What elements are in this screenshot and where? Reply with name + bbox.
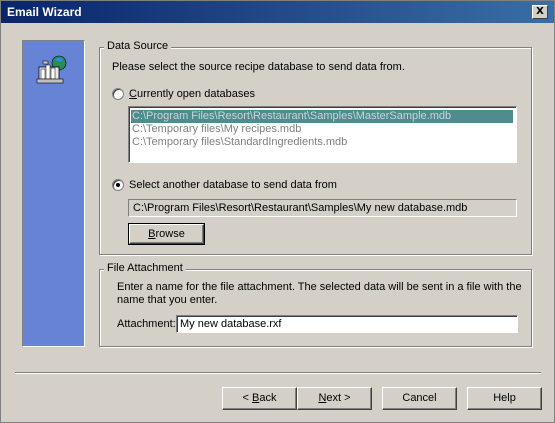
open-databases-list[interactable]: C:\Program Files\Resort\Restaurant\Sampl… xyxy=(128,106,517,163)
currently-open-radio-label[interactable]: Currently open databases xyxy=(129,88,255,100)
close-button[interactable]: X xyxy=(532,5,548,19)
back-button[interactable]: < Back xyxy=(222,387,297,410)
wizard-side-panel xyxy=(22,40,85,347)
list-item[interactable]: C:\Temporary files\StandardIngredients.m… xyxy=(132,136,347,149)
help-button[interactable]: Help xyxy=(467,387,542,410)
title-bar[interactable]: Email Wizard X xyxy=(1,1,554,23)
selected-database-path: C:\Program Files\Resort\Restaurant\Sampl… xyxy=(128,199,517,217)
cancel-button[interactable]: Cancel xyxy=(382,387,457,410)
file-attachment-group-label: File Attachment xyxy=(104,262,186,274)
currently-open-radio[interactable] xyxy=(112,88,124,100)
list-item[interactable]: C:\Program Files\Resort\Restaurant\Sampl… xyxy=(131,110,513,123)
another-database-radio[interactable] xyxy=(112,179,124,191)
browse-button[interactable]: Browse xyxy=(128,223,205,245)
next-button[interactable]: Next > xyxy=(297,387,372,410)
data-source-group-label: Data Source xyxy=(104,40,172,52)
file-attachment-instruction-line2: name that you enter. xyxy=(117,294,218,306)
footer-separator xyxy=(15,372,541,374)
data-source-instruction: Please select the source recipe database… xyxy=(112,61,405,73)
attachment-input[interactable]: My new database.rxf xyxy=(176,315,518,333)
list-item[interactable]: C:\Temporary files\My recipes.mdb xyxy=(132,123,301,136)
attachment-label: Attachment: xyxy=(117,318,176,330)
file-attachment-instruction-line1: Enter a name for the file attachment. Th… xyxy=(117,281,522,293)
computer-email-icon xyxy=(36,55,67,84)
email-wizard-window: Email Wizard X Data Source Please select… xyxy=(0,0,555,423)
close-icon: X xyxy=(536,6,544,17)
window-title: Email Wizard xyxy=(7,5,82,19)
another-database-radio-label[interactable]: Select another database to send data fro… xyxy=(129,179,337,191)
